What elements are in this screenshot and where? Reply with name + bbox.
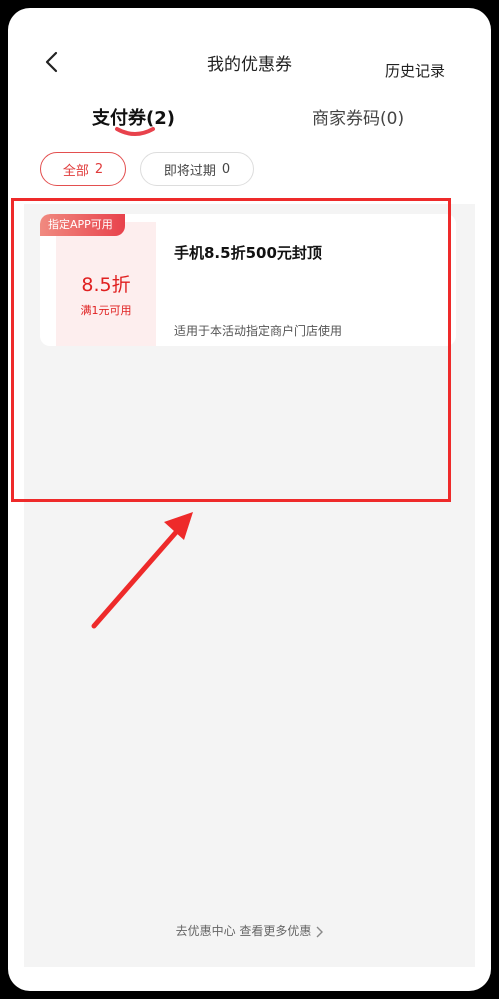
coupon-description: 适用于本活动指定商户门店使用 — [174, 324, 343, 338]
filter-expiring-chip[interactable]: 即将过期 0 — [140, 152, 254, 186]
filter-all-label: 全部 — [62, 163, 89, 179]
coupon-discount: 8.5折 — [81, 274, 131, 296]
filter-expiring-label: 即将过期 — [163, 163, 216, 179]
annotation-arrow-icon — [91, 512, 193, 629]
coupon-center-link[interactable]: 去优惠中心 查看更多优惠 — [8, 922, 491, 939]
coupon-threshold: 满1元可用 — [80, 304, 132, 317]
chevron-right-icon — [316, 926, 324, 937]
coupon-title: 手机8.5折500元封顶 — [174, 244, 322, 262]
coupon-tag: 指定APP可用 — [40, 214, 125, 236]
history-link[interactable]: 历史记录 — [385, 60, 445, 81]
tab-merchant-codes[interactable]: 商家券码(0) — [312, 104, 404, 129]
coupon-card[interactable]: 指定APP可用 8.5折 满1元可用 手机8.5折500元封顶 适用于本活动指定… — [40, 214, 456, 346]
filter-all-count: 2 — [94, 161, 104, 177]
active-tab-indicator — [115, 127, 155, 136]
filter-expiring-count: 0 — [221, 161, 231, 177]
filter-all-chip[interactable]: 全部 2 — [40, 152, 126, 186]
coupon-center-text: 去优惠中心 查看更多优惠 — [175, 924, 312, 938]
